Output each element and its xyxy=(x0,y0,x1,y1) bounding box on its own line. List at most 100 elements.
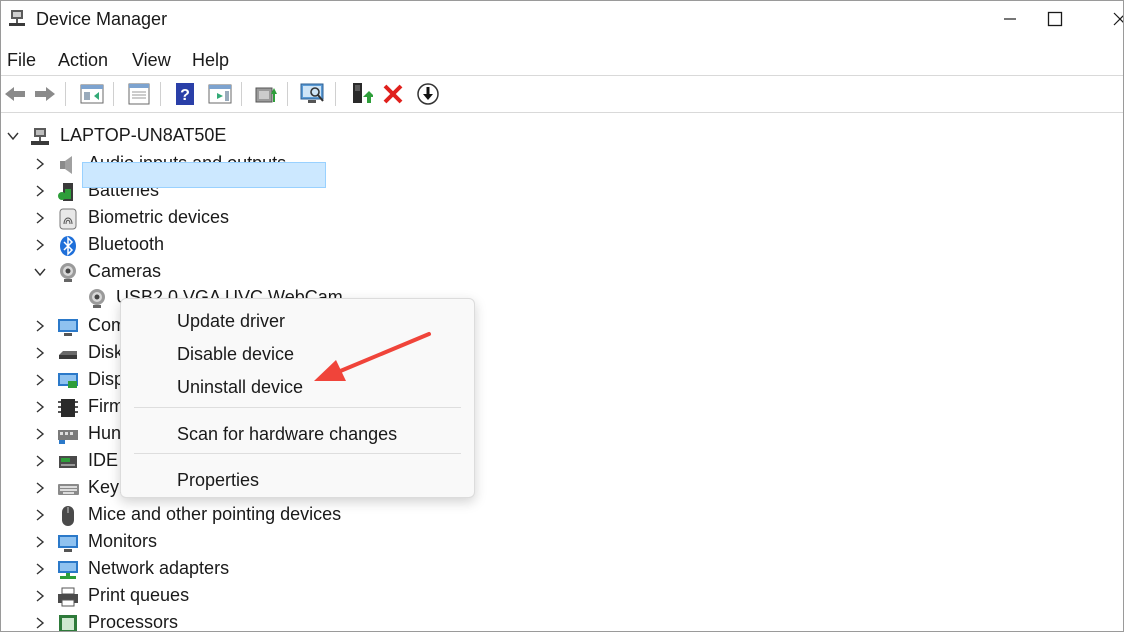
chevron-down-icon[interactable] xyxy=(33,265,47,279)
webcam-icon xyxy=(89,289,105,308)
tree-item-cameras[interactable]: Cameras xyxy=(1,259,1123,286)
chevron-right-icon[interactable] xyxy=(33,157,47,171)
chevron-right-icon[interactable] xyxy=(33,346,47,360)
back-icon xyxy=(5,87,25,101)
display-adapter-icon xyxy=(58,373,78,388)
toolbar-separator xyxy=(113,82,114,106)
forward-button[interactable] xyxy=(31,80,59,108)
toolbar-separator xyxy=(160,82,161,106)
properties-pane-icon xyxy=(80,84,104,104)
chevron-right-icon[interactable] xyxy=(33,184,47,198)
chevron-right-icon[interactable] xyxy=(33,427,47,441)
properties-icon xyxy=(128,83,150,105)
tree-item-label: Cameras xyxy=(88,261,162,281)
fingerprint-icon xyxy=(59,208,77,230)
network-adapter-icon xyxy=(58,561,78,579)
mouse-icon xyxy=(62,506,74,526)
show-hide-tree-button[interactable] xyxy=(206,80,234,108)
chevron-right-icon[interactable] xyxy=(33,589,47,603)
tree-item-network[interactable]: Network adapters xyxy=(1,556,1123,583)
tree-item-label: Disk xyxy=(88,342,123,362)
chevron-right-icon[interactable] xyxy=(33,508,47,522)
tree-item-label: Biometric devices xyxy=(88,207,230,227)
chevron-right-icon[interactable] xyxy=(33,211,47,225)
tree-item-label: Monitors xyxy=(88,531,158,551)
chevron-right-icon[interactable] xyxy=(33,238,47,252)
properties-button[interactable] xyxy=(125,80,153,108)
device-manager-window: Device Manager File Action View Help ? L… xyxy=(0,0,1124,632)
context-uninstall-device[interactable]: Uninstall device xyxy=(177,377,303,398)
tree-item-label: Bluetooth xyxy=(88,234,165,254)
chevron-right-icon[interactable] xyxy=(33,616,47,630)
toolbar-separator xyxy=(335,82,336,106)
tree-item-mice[interactable]: Mice and other pointing devices xyxy=(1,502,1123,529)
toolbar-separator xyxy=(65,82,66,106)
chevron-right-icon[interactable] xyxy=(33,319,47,333)
tree-item-label: Firm xyxy=(88,396,124,416)
back-button[interactable] xyxy=(1,80,29,108)
tree-item-bluetooth[interactable]: Bluetooth xyxy=(1,232,1123,259)
chevron-right-icon[interactable] xyxy=(33,535,47,549)
tree-item-biometric[interactable]: Biometric devices xyxy=(1,205,1123,232)
menu-action[interactable]: Action xyxy=(58,50,108,71)
scan-hardware-button[interactable] xyxy=(299,80,327,108)
toolbar: ? xyxy=(1,75,1123,113)
enable-device-button[interactable] xyxy=(347,80,375,108)
context-separator xyxy=(134,407,461,408)
maximize-icon xyxy=(1047,11,1063,27)
chevron-right-icon[interactable] xyxy=(33,400,47,414)
tree-root-label: LAPTOP-UN8AT50E xyxy=(60,125,227,145)
forward-icon xyxy=(35,87,55,101)
title-bar: Device Manager xyxy=(1,1,1123,39)
disk-drive-icon xyxy=(59,351,77,359)
webcam-icon xyxy=(60,263,76,282)
tree-item-processors[interactable]: Processors xyxy=(1,610,1123,632)
uninstall-device-button[interactable] xyxy=(379,80,407,108)
monitor-icon xyxy=(58,535,78,552)
context-separator xyxy=(134,453,461,454)
update-driver-button[interactable] xyxy=(252,80,280,108)
tree-item-label: Processors xyxy=(88,612,179,632)
show-hide-console-tree-icon xyxy=(208,84,232,104)
scan-hardware-icon xyxy=(300,83,324,103)
ide-controller-icon xyxy=(59,456,77,468)
help-button[interactable]: ? xyxy=(171,80,199,108)
chevron-right-icon[interactable] xyxy=(33,481,47,495)
svg-text:?: ? xyxy=(180,87,190,104)
menu-view[interactable]: View xyxy=(132,50,171,71)
chevron-right-icon[interactable] xyxy=(33,562,47,576)
close-icon xyxy=(1113,12,1123,26)
tree-item-webcam-selected[interactable] xyxy=(82,162,326,188)
processor-icon xyxy=(59,615,77,631)
keyboard-icon xyxy=(58,484,79,495)
tree-root[interactable]: LAPTOP-UN8AT50E xyxy=(1,123,1123,150)
menu-bar: File Action View Help xyxy=(1,45,1123,75)
tree-item-monitors[interactable]: Monitors xyxy=(1,529,1123,556)
printer-icon xyxy=(58,587,78,607)
chevron-right-icon[interactable] xyxy=(33,454,47,468)
toolbar-separator xyxy=(287,82,288,106)
bluetooth-icon xyxy=(60,236,76,256)
maximize-button[interactable] xyxy=(1032,1,1078,37)
properties-pane-button[interactable] xyxy=(78,80,106,108)
close-button[interactable] xyxy=(1097,1,1123,37)
minimize-button[interactable] xyxy=(987,1,1033,37)
window-title: Device Manager xyxy=(36,9,168,29)
menu-help[interactable]: Help xyxy=(192,50,229,71)
tree-item-print-queues[interactable]: Print queues xyxy=(1,583,1123,610)
help-icon: ? xyxy=(176,83,194,105)
menu-file[interactable]: File xyxy=(7,50,36,71)
context-scan-hardware[interactable]: Scan for hardware changes xyxy=(177,424,397,445)
chevron-down-icon[interactable] xyxy=(6,129,20,143)
context-update-driver[interactable]: Update driver xyxy=(177,311,285,332)
context-properties[interactable]: Properties xyxy=(177,470,259,491)
tree-item-label: Print queues xyxy=(88,585,190,605)
disable-device-icon xyxy=(417,83,439,105)
toolbar-separator xyxy=(241,82,242,106)
chevron-right-icon[interactable] xyxy=(33,373,47,387)
tree-item-label: Network adapters xyxy=(88,558,230,578)
update-driver-icon xyxy=(255,87,277,103)
context-disable-device[interactable]: Disable device xyxy=(177,344,294,365)
battery-icon xyxy=(58,183,73,201)
disable-device-button[interactable] xyxy=(414,80,442,108)
